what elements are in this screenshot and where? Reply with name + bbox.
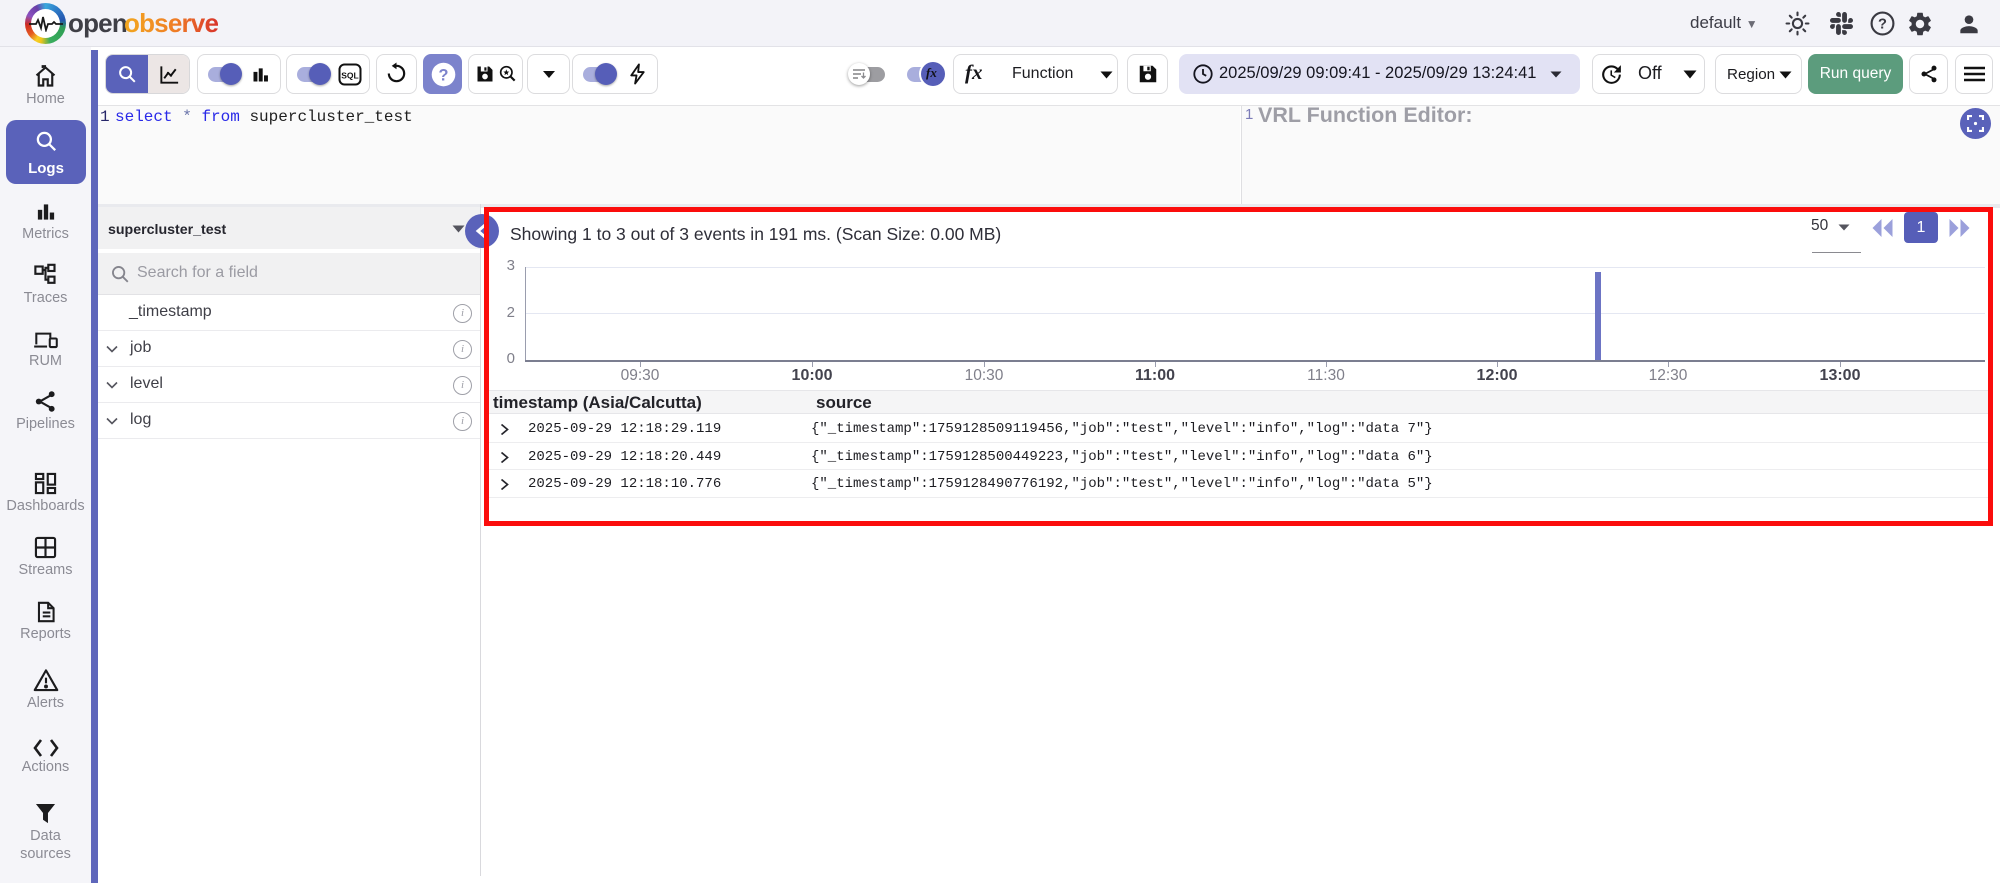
svg-text:?: ? [1878,17,1887,33]
svg-text:?: ? [439,67,449,85]
svg-text:SQL: SQL [341,71,358,81]
